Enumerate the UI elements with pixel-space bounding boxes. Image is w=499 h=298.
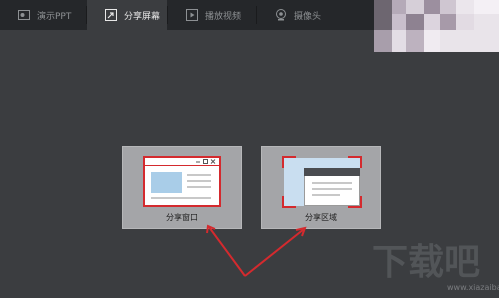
xiazaiba-logo-watermark: 下载吧: [372, 242, 480, 282]
svg-text:下载吧: 下载吧: [372, 242, 480, 282]
arrow-to-share-region: [244, 226, 307, 277]
arrow-to-share-window: [206, 224, 246, 277]
watermark-url: www.xiazaiba.com: [447, 283, 499, 292]
